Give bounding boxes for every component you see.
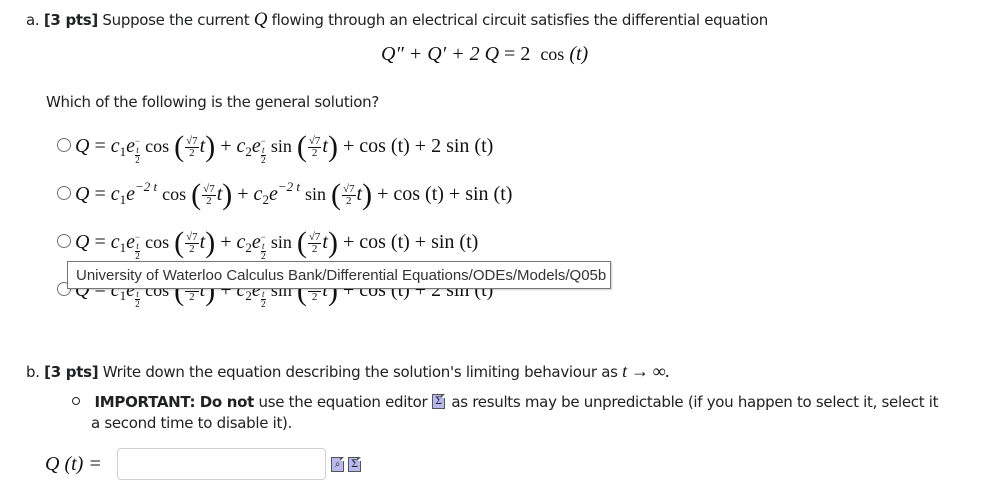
part-a-label: a. <box>26 11 40 29</box>
equation-editor-inline-icon: Σ <box>431 394 447 410</box>
particular-solution: + cos (t) + sin (t) <box>342 231 479 253</box>
question-text: Which of the following is the general so… <box>46 93 380 111</box>
exponent: −t2 <box>135 232 141 261</box>
part-a-intro-var: Q <box>253 9 268 30</box>
radio-button[interactable] <box>57 186 71 201</box>
important-note: IMPORTANT: Do not use the equation edito… <box>72 391 939 411</box>
radio-button[interactable] <box>57 138 71 153</box>
option-3[interactable]: Q = c1e− t 2 cos (√7 2 t) + c2e− t 2 sin (√7 2 t… <box>57 226 478 261</box>
equation-equals: = <box>504 43 516 65</box>
equation-lhs: Q″ + Q′ + 2 Q <box>381 43 500 65</box>
option-2[interactable]: Q = c1e−2 t cos (√7 2 t) + c2e−2 t sin (√7… <box>57 178 512 212</box>
equation-rhs-arg: (t) <box>569 43 589 65</box>
equation-rhs-fn: cos <box>540 44 565 64</box>
tooltip: University of Waterloo Calculus Bank/Dif… <box>67 261 611 289</box>
particular-solution: + cos (t) + 2 sin (t) <box>342 135 494 157</box>
exponent: −t2 <box>260 136 266 165</box>
preview-icon[interactable]: ⌕ <box>331 457 344 472</box>
part-b-prompt: b. [3 pts] Write down the equation descr… <box>26 361 670 382</box>
part-a-intro-after: flowing through an electrical circuit sa… <box>271 11 769 29</box>
option-1[interactable]: Q = c1e− t 2 cos (√7 2 t) + c2e− t 2 sin (√7 2 t… <box>57 130 493 165</box>
note-text-1: use the equation editor <box>258 393 428 411</box>
note-text-2: as results may be unpredictable (if you … <box>451 393 939 411</box>
exponent: −2 t <box>135 179 158 194</box>
particular-solution: + cos (t) + sin (t) <box>377 183 513 205</box>
note-bold-do-not: Do not <box>199 393 255 411</box>
part-b-prompt-math: t → ∞. <box>622 361 670 381</box>
part-b-label: b. <box>26 363 40 381</box>
answer-input[interactable] <box>117 448 326 480</box>
part-b-prompt-text: Write down the equation describing the s… <box>102 363 618 381</box>
bullet-icon <box>72 397 80 405</box>
answer-label: Q (t) = <box>45 453 102 476</box>
exponent: −t2 <box>260 232 266 261</box>
answer-label-text: Q (t) = <box>45 453 102 475</box>
part-a-intro-before: Suppose the current <box>102 11 250 29</box>
equation-rhs-coef: 2 <box>520 43 531 65</box>
radio-button[interactable] <box>57 234 71 249</box>
part-a-intro: a. [3 pts] Suppose the current Q flowing… <box>26 9 768 31</box>
equation-editor-icon[interactable]: Σ <box>348 457 361 472</box>
note-text-3: a second time to disable it). <box>91 414 293 432</box>
note-bold-important: IMPORTANT: <box>94 393 196 411</box>
part-b-points: [3 pts] <box>44 363 99 381</box>
exponent: −t2 <box>135 136 141 165</box>
part-a-points: [3 pts] <box>43 11 98 29</box>
differential-equation: Q″ + Q′ + 2 Q = 2 cos (t) <box>381 43 588 66</box>
exponent: −2 t <box>277 179 300 194</box>
